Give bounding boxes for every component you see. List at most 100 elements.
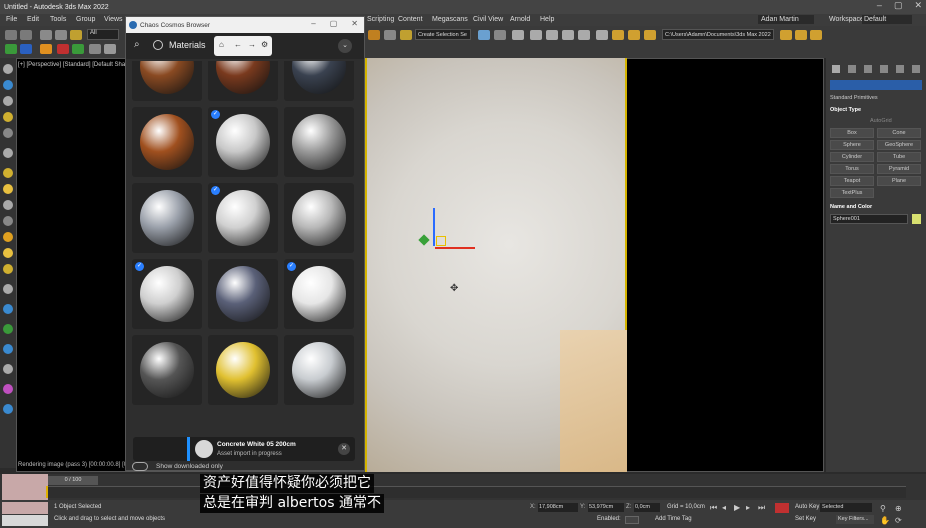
- menu-tools[interactable]: Tools: [50, 16, 66, 23]
- material-tile[interactable]: [132, 107, 202, 177]
- grid-icon[interactable]: [89, 44, 101, 54]
- project-folder-icon[interactable]: [780, 30, 792, 40]
- gizmo-plane-handle[interactable]: [436, 236, 446, 246]
- maximize-icon[interactable]: ▢: [894, 0, 903, 11]
- autogrid-checkbox[interactable]: AutoGrid: [870, 118, 892, 124]
- material-tile[interactable]: [208, 61, 278, 101]
- settings-icon[interactable]: ⚙: [261, 40, 268, 49]
- primitive-button-sphere[interactable]: Sphere: [830, 140, 874, 150]
- primitive-button-torus[interactable]: Torus: [830, 164, 874, 174]
- goto-start-icon[interactable]: ⏮: [710, 503, 717, 513]
- toast-close-icon[interactable]: ✕: [338, 443, 350, 455]
- material-tile[interactable]: [284, 61, 354, 101]
- add-time-tag[interactable]: Add Time Tag: [655, 516, 692, 522]
- vray-enmesh-icon[interactable]: [3, 404, 13, 414]
- material-tile[interactable]: ✓: [132, 259, 202, 329]
- motion-tab-icon[interactable]: [880, 65, 888, 73]
- vray-cosmos-icon[interactable]: [3, 384, 13, 394]
- search-icon[interactable]: ⌕: [134, 39, 140, 50]
- undo-icon[interactable]: [5, 30, 17, 40]
- primitive-button-geosphere[interactable]: GeoSphere: [877, 140, 921, 150]
- menu-file[interactable]: File: [6, 16, 17, 23]
- spinner-snap-icon[interactable]: [384, 30, 396, 40]
- cosmos-maximize-icon[interactable]: ▢: [330, 19, 338, 28]
- maxscript-listener[interactable]: [2, 502, 48, 514]
- zoom-all-icon[interactable]: ⊕: [895, 504, 902, 513]
- menu-megascans[interactable]: Megascans: [432, 16, 468, 23]
- material-tile[interactable]: [284, 335, 354, 405]
- y-coord-field[interactable]: 53,979cm: [588, 503, 624, 512]
- display-tab-icon[interactable]: [896, 65, 904, 73]
- primitive-button-cylinder[interactable]: Cylinder: [830, 152, 874, 162]
- auto-key-button[interactable]: Auto Key: [795, 504, 819, 510]
- workspace-dropdown[interactable]: Default: [862, 15, 912, 24]
- modify-tab-icon[interactable]: [848, 65, 856, 73]
- material-tile[interactable]: ✓: [208, 183, 278, 253]
- cosmos-close-icon[interactable]: ✕: [351, 19, 358, 28]
- camera-icon[interactable]: [3, 128, 13, 138]
- next-frame-icon[interactable]: ▸: [746, 503, 750, 512]
- play-icon[interactable]: ▶: [734, 503, 740, 512]
- vray-light-icon[interactable]: [3, 168, 13, 178]
- vray-icon[interactable]: [72, 44, 84, 54]
- gizmo-z-axis[interactable]: [433, 208, 435, 246]
- object-type-header[interactable]: Object Type: [830, 107, 861, 113]
- material-tile[interactable]: [132, 61, 202, 101]
- curve-editor-icon[interactable]: [562, 30, 574, 40]
- viewport-label[interactable]: [+] [Perspective] [Standard] [Default Sh…: [18, 62, 129, 68]
- object-name-field[interactable]: Sphere001: [830, 214, 908, 224]
- helper-icon[interactable]: [3, 148, 13, 158]
- vray-sun-icon[interactable]: [3, 184, 13, 194]
- hierarchy-tab-icon[interactable]: [864, 65, 872, 73]
- material-tile[interactable]: ✓: [284, 259, 354, 329]
- new-folder-icon[interactable]: [810, 30, 822, 40]
- gizmo-x-axis[interactable]: [435, 247, 475, 249]
- primitive-button-pyramid[interactable]: Pyramid: [877, 164, 921, 174]
- back-icon[interactable]: ←: [234, 40, 242, 49]
- vray-scatter-icon[interactable]: [3, 324, 13, 334]
- orbit-icon[interactable]: ⟳: [895, 516, 902, 525]
- vray-fur-icon[interactable]: [3, 232, 13, 242]
- ribbon-icon[interactable]: [546, 30, 558, 40]
- layer-explorer-icon[interactable]: [530, 30, 542, 40]
- prev-frame-icon[interactable]: ◂: [722, 503, 726, 512]
- vray-proxy-icon[interactable]: [3, 216, 13, 226]
- key-mode-dropdown[interactable]: Selected: [820, 503, 872, 512]
- close-icon[interactable]: ✕: [914, 0, 922, 11]
- z-coord-field[interactable]: 0,0cm: [634, 503, 660, 512]
- primitive-category[interactable]: Standard Primitives: [830, 95, 878, 101]
- material-tile[interactable]: [208, 335, 278, 405]
- vray-plane-icon[interactable]: [3, 284, 13, 294]
- vray-volume-icon[interactable]: [3, 344, 13, 354]
- create-shape-icon[interactable]: [3, 80, 13, 90]
- chevron-down-icon[interactable]: ⌄: [338, 39, 352, 53]
- name-color-header[interactable]: Name and Color: [830, 204, 872, 210]
- home-icon[interactable]: ⌂: [219, 40, 224, 49]
- toggle-scene-explorer-icon[interactable]: [512, 30, 524, 40]
- light-icon[interactable]: [3, 112, 13, 122]
- goto-end-icon[interactable]: ⏭: [758, 503, 765, 513]
- material-tile[interactable]: [284, 183, 354, 253]
- geometry-category-bar[interactable]: [830, 80, 922, 90]
- selection-filter-dropdown[interactable]: All: [87, 29, 119, 40]
- menu-arnold[interactable]: Arnold: [510, 16, 530, 23]
- primitive-button-teapot[interactable]: Teapot: [830, 176, 874, 186]
- material-tile[interactable]: [208, 259, 278, 329]
- create-tab-icon[interactable]: [832, 65, 840, 73]
- menu-content[interactable]: Content: [398, 16, 423, 23]
- forward-icon[interactable]: →: [248, 40, 256, 49]
- layer-icon[interactable]: [104, 44, 116, 54]
- primitive-button-cone[interactable]: Cone: [877, 128, 921, 138]
- selection-set-dropdown[interactable]: Create Selection Se: [415, 29, 471, 40]
- redo-icon[interactable]: [20, 30, 32, 40]
- mini-listener[interactable]: [2, 474, 48, 500]
- cosmos-minimize-icon[interactable]: –: [311, 19, 315, 28]
- material-tile[interactable]: [132, 183, 202, 253]
- set-key-button[interactable]: Set Key: [795, 516, 816, 522]
- schematic-view-icon[interactable]: [578, 30, 590, 40]
- render-production-icon[interactable]: [644, 30, 656, 40]
- enabled-toggle[interactable]: [625, 516, 639, 524]
- vray-sunlight-icon[interactable]: [3, 248, 13, 258]
- pan-icon[interactable]: ✋: [880, 516, 890, 525]
- menu-group[interactable]: Group: [76, 16, 95, 23]
